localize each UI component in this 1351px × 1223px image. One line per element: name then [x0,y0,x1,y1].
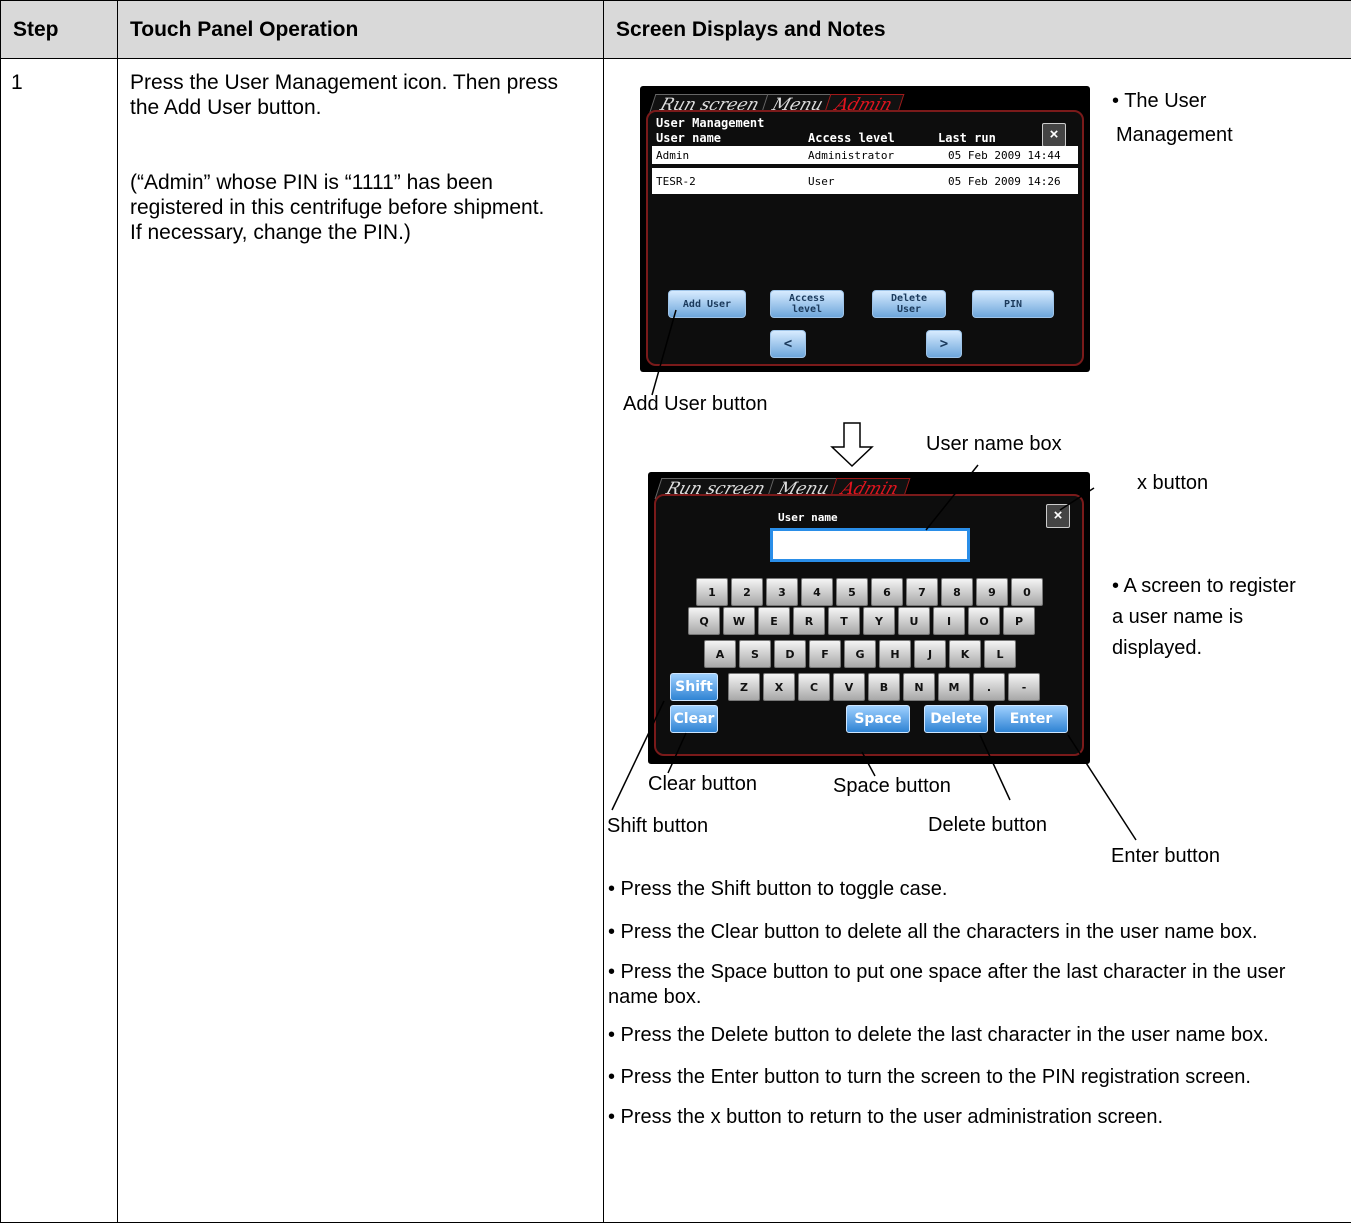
bullet-enter: • Press the Enter button to turn the scr… [608,1066,1251,1088]
enter-button-label: Enter button [1111,845,1220,867]
space-button-label: Space button [833,775,951,797]
user-name-box-label: User name box [926,433,1062,455]
x-button-label: x button [1137,472,1209,494]
down-arrow-icon [830,422,874,468]
bullet-x: • Press the x button to return to the us… [608,1106,1164,1128]
bullet-clear: • Press the Clear button to delete all t… [608,921,1258,943]
delete-button-label: Delete button [928,814,1047,836]
bullet-delete: • Press the Delete button to delete the … [608,1024,1269,1046]
bullet-space: • Press the Space button to put one spac… [608,961,1286,1008]
shift-button-label: Shift button [607,815,709,837]
bullet-shift: • Press the Shift button to toggle case. [608,878,948,900]
clear-button-label: Clear button [648,773,757,795]
